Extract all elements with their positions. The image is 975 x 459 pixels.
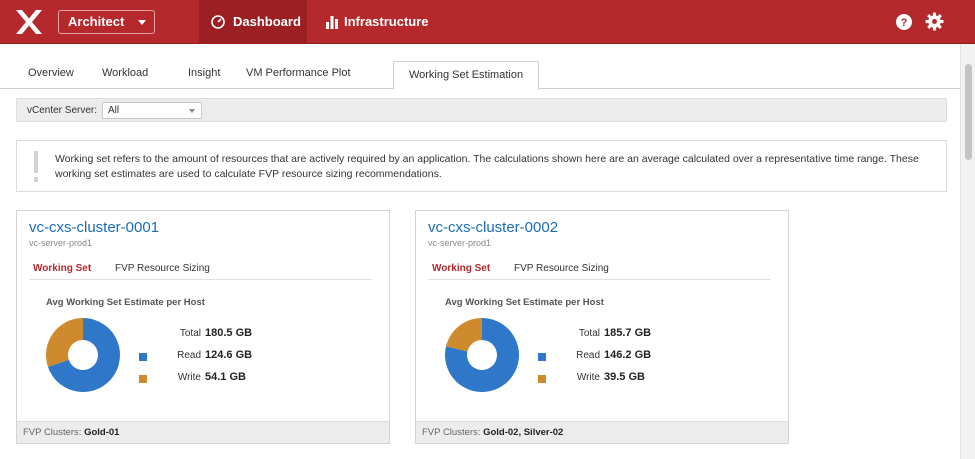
card-footer: FVP Clusters: Gold-02, Silver-02	[416, 421, 788, 443]
card-tab-fvp-resource-sizing[interactable]: FVP Resource Sizing	[514, 263, 609, 274]
stat-total-label: Total	[179, 328, 201, 339]
card-tab-working-set[interactable]: Working Set	[33, 263, 91, 274]
svg-text:?: ?	[901, 17, 908, 29]
cluster-server: vc-server-prod1	[428, 238, 492, 248]
stat-write-value: 39.5 GB	[604, 371, 645, 383]
product-select-label: Architect	[68, 14, 125, 29]
card-tab-bar: Working Set FVP Resource Sizing	[29, 261, 372, 280]
stat-read-label: Read	[576, 350, 600, 361]
stat-read: Read 146.2 GB	[534, 349, 684, 365]
stat-read-value: 146.2 GB	[604, 349, 652, 361]
read-legend-swatch	[139, 353, 147, 361]
card-tab-fvp-resource-sizing[interactable]: FVP Resource Sizing	[115, 263, 210, 274]
tab-bar: Overview Workload Insight VM Performance…	[0, 44, 960, 90]
tab-insight[interactable]: Insight	[188, 67, 220, 79]
stat-write: Write 54.1 GB	[135, 371, 285, 387]
stat-write-label: Write	[576, 372, 600, 383]
dashboard-gauge-icon	[211, 15, 225, 29]
donut-slice-write	[45, 318, 83, 368]
working-set-donut-chart	[45, 318, 120, 392]
nav-infrastructure-label: Infrastructure	[344, 14, 429, 29]
vcenter-server-value: All	[108, 105, 120, 116]
cluster-card: vc-cxs-cluster-0002 vc-server-prod1 Work…	[415, 210, 789, 444]
stat-write-value: 54.1 GB	[205, 371, 246, 383]
chart-title: Avg Working Set Estimate per Host	[46, 297, 205, 308]
donut-slice-write	[446, 318, 482, 352]
vcenter-server-select[interactable]: All	[102, 102, 202, 119]
chart-title: Avg Working Set Estimate per Host	[445, 297, 604, 308]
tab-overview[interactable]: Overview	[28, 67, 74, 79]
logo-icon[interactable]	[14, 8, 44, 36]
info-text: Working set refers to the amount of reso…	[55, 153, 919, 180]
scrollbar-thumb[interactable]	[965, 64, 972, 160]
card-footer: FVP Clusters: Gold-01	[17, 421, 389, 443]
card-tab-working-set[interactable]: Working Set	[432, 263, 490, 274]
chevron-down-icon	[138, 20, 146, 25]
read-legend-swatch	[538, 353, 546, 361]
tab-vm-performance-plot[interactable]: VM Performance Plot	[246, 67, 351, 79]
cluster-card: vc-cxs-cluster-0001 vc-server-prod1 Work…	[16, 210, 390, 444]
chevron-down-icon	[189, 109, 195, 113]
help-icon[interactable]: ?	[896, 14, 912, 30]
exclamation-icon	[34, 151, 38, 182]
stat-read-value: 124.6 GB	[205, 349, 253, 361]
vertical-scrollbar[interactable]	[960, 44, 975, 459]
stat-total: Total 180.5 GB	[135, 327, 285, 343]
stat-read-label: Read	[177, 350, 201, 361]
filter-bar: vCenter Server: All	[16, 98, 947, 122]
stat-write-label: Write	[177, 372, 201, 383]
tab-working-set-estimation[interactable]: Working Set Estimation	[393, 61, 539, 90]
vcenter-server-label: vCenter Server:	[27, 105, 98, 116]
fvp-clusters-label: FVP Clusters:	[23, 427, 82, 438]
top-navigation-bar: Architect Dashboard Infrastructure ?	[0, 0, 975, 69]
stat-total-label: Total	[578, 328, 600, 339]
nav-infrastructure[interactable]: Infrastructure	[322, 0, 442, 69]
fvp-clusters-label: FVP Clusters:	[422, 427, 481, 438]
cluster-name-link[interactable]: vc-cxs-cluster-0001	[29, 219, 159, 236]
stat-write: Write 39.5 GB	[534, 371, 684, 387]
nav-dashboard[interactable]: Dashboard	[199, 0, 307, 44]
tab-workload[interactable]: Workload	[102, 67, 148, 79]
product-select[interactable]: Architect	[58, 10, 155, 34]
stat-total: Total 185.7 GB	[534, 327, 684, 343]
cluster-server: vc-server-prod1	[29, 238, 93, 248]
info-notice: Working set refers to the amount of reso…	[16, 140, 947, 192]
working-set-donut-chart	[445, 318, 519, 392]
fvp-clusters-value: Gold-02, Silver-02	[483, 427, 564, 438]
stat-total-value: 180.5 GB	[205, 327, 253, 339]
stat-read: Read 124.6 GB	[135, 349, 285, 365]
cluster-name-link[interactable]: vc-cxs-cluster-0002	[428, 219, 558, 236]
fvp-clusters-value: Gold-01	[84, 427, 120, 438]
bar-chart-icon	[326, 16, 338, 29]
write-legend-swatch	[538, 375, 546, 383]
stat-total-value: 185.7 GB	[604, 327, 652, 339]
card-tab-bar: Working Set FVP Resource Sizing	[428, 261, 771, 280]
gear-icon[interactable]	[925, 12, 944, 31]
nav-dashboard-label: Dashboard	[233, 14, 301, 29]
write-legend-swatch	[139, 375, 147, 383]
